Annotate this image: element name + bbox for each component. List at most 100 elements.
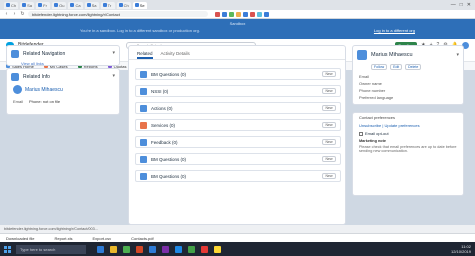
contact-avatar (13, 85, 22, 94)
preferences-link[interactable]: Unsubscribe | Update preferences (353, 122, 463, 129)
taskbar-app-icon[interactable] (188, 245, 195, 253)
browser-tab-strip: Ch Sa Fr Ou Ca Sa Tr Ch Se — □ ✕ (0, 0, 475, 10)
opt-out-checkbox[interactable] (359, 131, 363, 136)
sandbox-banner: Sandbox You're in a sandbox. Log in to a… (0, 19, 475, 39)
browser-tab[interactable]: Fr (36, 1, 51, 9)
related-list-item[interactable]: BM Questions (0) New (135, 68, 341, 80)
tab-favicon-icon (54, 3, 59, 7)
new-button[interactable]: New (322, 122, 336, 128)
address-bar[interactable]: bitdefender.lightning.force.com/lightnin… (28, 11, 208, 17)
record-action-button[interactable]: Follow (371, 64, 388, 70)
extension-icons (215, 11, 269, 17)
browser-tab[interactable]: Ou (52, 1, 67, 9)
taskbar-app-icon[interactable] (110, 245, 117, 253)
new-button[interactable]: New (322, 88, 336, 94)
extension-icon[interactable] (236, 11, 241, 17)
related-list-icon (140, 172, 147, 180)
card-title: Related Navigation (23, 51, 66, 57)
contact-preferences-card: Contact preferences Unsubscribe | Update… (352, 112, 464, 196)
new-button[interactable]: New (322, 173, 336, 179)
related-list-icon (140, 155, 147, 163)
windows-start-icon[interactable] (4, 245, 11, 253)
chevron-down-icon[interactable]: ▾ (112, 50, 115, 56)
browser-toolbar: ‹ › ↻ bitdefender.lightning.force.com/li… (0, 10, 475, 19)
extension-icon[interactable] (243, 11, 248, 17)
related-list-icon (140, 104, 147, 112)
browser-tab[interactable]: Ch (116, 1, 131, 9)
download-item[interactable]: Contacts.pdf (131, 236, 153, 241)
taskbar-app-icon[interactable] (162, 245, 169, 253)
sandbox-login-link[interactable]: Log in to a different org (374, 28, 415, 33)
download-item[interactable]: Report.xls (54, 236, 72, 241)
new-button[interactable]: New (322, 156, 336, 162)
sandbox-notice: You're in a sandbox. Log in to a differe… (80, 28, 200, 33)
browser-status-bar: bitdefender.lightning.force.com/lightnin… (0, 225, 475, 233)
taskbar-app-icon[interactable] (123, 245, 130, 253)
maximize-icon[interactable]: □ (460, 2, 463, 8)
browser-tab[interactable]: Ch (4, 1, 19, 9)
forward-icon[interactable]: › (12, 11, 17, 17)
new-button[interactable]: New (322, 139, 336, 145)
record-action-button[interactable]: Edit (390, 64, 403, 70)
tab-favicon-icon (22, 3, 27, 7)
new-button[interactable]: New (322, 71, 336, 77)
related-list-title[interactable]: BM Questions (0) (151, 157, 186, 162)
browser-tab[interactable]: Tr (100, 1, 115, 9)
extension-icon[interactable] (250, 11, 255, 17)
related-list-title[interactable]: Actions (0) (151, 106, 173, 111)
browser-tab[interactable]: Sa (84, 1, 99, 9)
tab-activity[interactable]: Activity Details (161, 51, 190, 59)
taskbar-app-icon[interactable] (149, 245, 156, 253)
close-window-icon[interactable]: ✕ (467, 2, 471, 8)
extension-icon[interactable] (222, 11, 227, 17)
record-action-button[interactable]: Delete (405, 64, 422, 70)
chevron-down-icon[interactable]: ▾ (456, 52, 459, 58)
browser-tab[interactable]: Ca (68, 1, 83, 9)
reload-icon[interactable]: ↻ (20, 11, 25, 17)
checkbox-label: Email opt-out (365, 131, 389, 136)
browser-tab[interactable]: Se (132, 1, 147, 9)
system-clock[interactable]: 11:02 12/10/2019 (451, 244, 471, 254)
related-list-item[interactable]: Feedback (0) New (135, 136, 341, 148)
related-list-item[interactable]: Services (0) New (135, 119, 341, 131)
related-list-title[interactable]: Services (0) (151, 123, 175, 128)
chevron-down-icon[interactable]: ▾ (112, 73, 115, 79)
note-text: Please check that email preferences are … (359, 145, 457, 153)
back-icon[interactable]: ‹ (4, 11, 9, 17)
related-list-title[interactable]: BM Questions (0) (151, 174, 186, 179)
extension-icon[interactable] (257, 11, 262, 17)
related-list-title[interactable]: BM Questions (0) (151, 72, 186, 77)
tab-related[interactable]: Related (137, 51, 153, 59)
record-field-label: Phone number (359, 88, 386, 93)
extension-icon[interactable] (215, 11, 220, 17)
window-controls: — □ ✕ (451, 2, 475, 8)
taskbar-app-icon[interactable] (175, 245, 182, 253)
browser-tab[interactable]: Sa (20, 1, 35, 9)
contact-name-link[interactable]: Marius Mihaescu (25, 87, 63, 93)
taskbar-app-icon[interactable] (97, 245, 104, 253)
related-list-title[interactable]: Feedback (0) (151, 140, 178, 145)
tab-favicon-icon (102, 3, 107, 7)
record-highlights-card: Marius Mihaescu ▾ Follow Edit Delete Email… (352, 45, 464, 105)
minimize-icon[interactable]: — (451, 2, 456, 8)
related-info-card: Related Info ▾ Marius Mihaescu Email Pho… (6, 68, 120, 115)
taskbar-app-icon[interactable] (214, 245, 221, 253)
related-list-icon (140, 121, 147, 129)
related-list-item[interactable]: BM Questions (0) New (135, 170, 341, 182)
taskbar-app-icon[interactable] (136, 245, 143, 253)
view-all-link[interactable]: View all links (7, 58, 119, 66)
field-label: Email (13, 99, 24, 104)
related-list-title[interactable]: NSSI (0) (151, 89, 168, 94)
new-button[interactable]: New (322, 105, 336, 111)
taskbar-apps (97, 245, 221, 253)
extension-icon[interactable] (264, 11, 269, 17)
taskbar-app-icon[interactable] (201, 245, 208, 253)
taskbar-search-input[interactable]: Type here to search (16, 244, 86, 254)
field-value: Phone: not on file (29, 99, 61, 104)
download-item[interactable]: Export.csv (92, 236, 111, 241)
related-list-item[interactable]: BM Questions (0) New (135, 153, 341, 165)
download-item[interactable]: Downloaded file (6, 236, 34, 241)
related-list-item[interactable]: Actions (0) New (135, 102, 341, 114)
related-list-item[interactable]: NSSI (0) New (135, 85, 341, 97)
extension-icon[interactable] (229, 11, 234, 17)
